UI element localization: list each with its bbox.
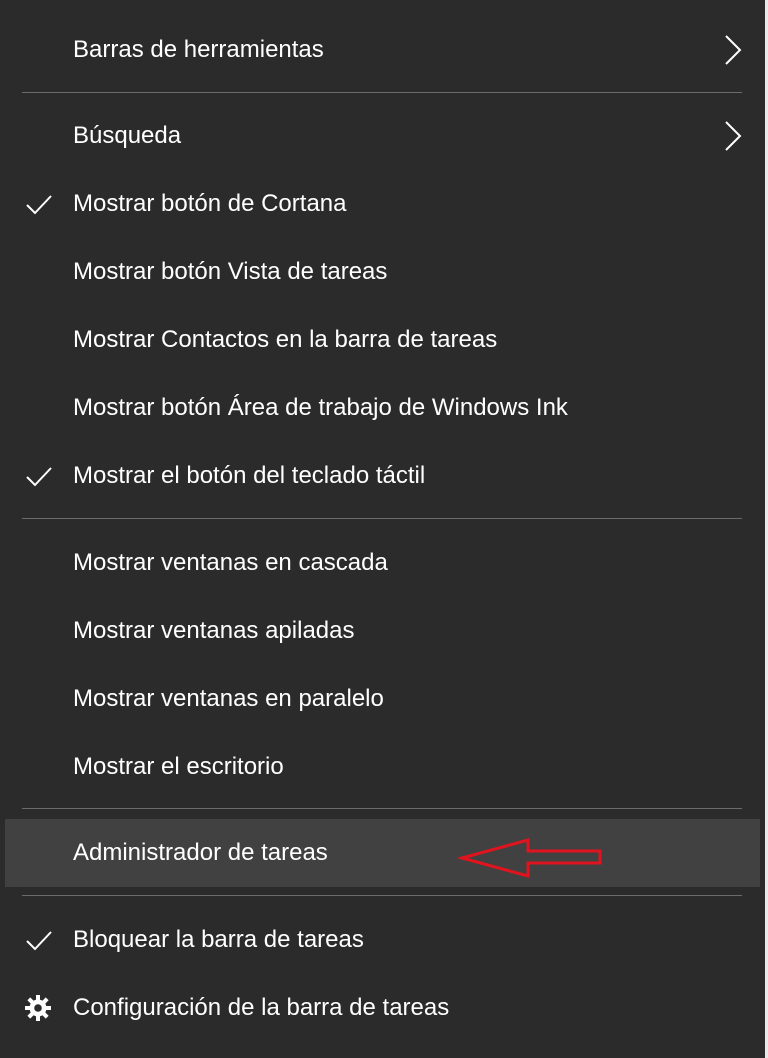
red-arrow-left-icon bbox=[458, 838, 602, 878]
menu-item-label: Administrador de tareas bbox=[73, 839, 328, 866]
checkmark-icon bbox=[26, 931, 52, 951]
menu-separator bbox=[22, 92, 742, 93]
menu-item-show-desktop[interactable]: Mostrar el escritorio bbox=[0, 737, 765, 797]
menu-item-stack-windows[interactable]: Mostrar ventanas apiladas bbox=[0, 601, 765, 661]
menu-item-label: Mostrar el escritorio bbox=[73, 753, 284, 780]
menu-item-label: Mostrar ventanas apiladas bbox=[73, 617, 355, 644]
gear-icon bbox=[25, 995, 51, 1021]
menu-item-label: Mostrar botón Vista de tareas bbox=[73, 258, 388, 285]
taskbar-context-menu: Barras de herramientas Búsqueda Mostrar … bbox=[0, 0, 768, 1058]
menu-item-show-contacts[interactable]: Mostrar Contactos en la barra de tareas bbox=[0, 310, 765, 370]
menu-separator bbox=[22, 808, 742, 809]
menu-item-label: Mostrar ventanas en paralelo bbox=[73, 685, 384, 712]
menu-item-toolbars[interactable]: Barras de herramientas bbox=[0, 20, 765, 80]
menu-separator bbox=[22, 518, 742, 519]
menu-item-label: Búsqueda bbox=[73, 122, 182, 149]
menu-separator bbox=[22, 895, 742, 896]
menu-item-label: Mostrar Contactos en la barra de tareas bbox=[73, 326, 498, 353]
menu-item-search[interactable]: Búsqueda bbox=[0, 106, 765, 166]
checkmark-icon bbox=[26, 195, 52, 215]
menu-item-label: Mostrar ventanas en cascada bbox=[73, 549, 388, 576]
menu-item-cascade-windows[interactable]: Mostrar ventanas en cascada bbox=[0, 533, 765, 593]
menu-item-task-manager[interactable]: Administrador de tareas bbox=[0, 823, 765, 883]
chevron-right-icon bbox=[725, 35, 742, 65]
menu-item-taskbar-settings[interactable]: Configuración de la barra de tareas bbox=[0, 978, 765, 1038]
menu-item-label: Mostrar botón de Cortana bbox=[73, 190, 347, 217]
menu-item-show-windows-ink[interactable]: Mostrar botón Área de trabajo de Windows… bbox=[0, 378, 765, 438]
menu-item-show-touch-keyboard[interactable]: Mostrar el botón del teclado táctil bbox=[0, 446, 765, 506]
menu-item-label: Barras de herramientas bbox=[73, 36, 324, 63]
menu-item-label: Bloquear la barra de tareas bbox=[73, 926, 364, 953]
checkmark-icon bbox=[26, 467, 52, 487]
menu-item-side-by-side-windows[interactable]: Mostrar ventanas en paralelo bbox=[0, 669, 765, 729]
menu-item-label: Configuración de la barra de tareas bbox=[73, 994, 450, 1021]
menu-item-label: Mostrar el botón del teclado táctil bbox=[73, 462, 426, 489]
menu-item-show-task-view[interactable]: Mostrar botón Vista de tareas bbox=[0, 242, 765, 302]
chevron-right-icon bbox=[725, 121, 742, 151]
menu-item-label: Mostrar botón Área de trabajo de Windows… bbox=[73, 394, 568, 421]
menu-item-lock-taskbar[interactable]: Bloquear la barra de tareas bbox=[0, 910, 765, 970]
menu-item-show-cortana[interactable]: Mostrar botón de Cortana bbox=[0, 174, 765, 234]
